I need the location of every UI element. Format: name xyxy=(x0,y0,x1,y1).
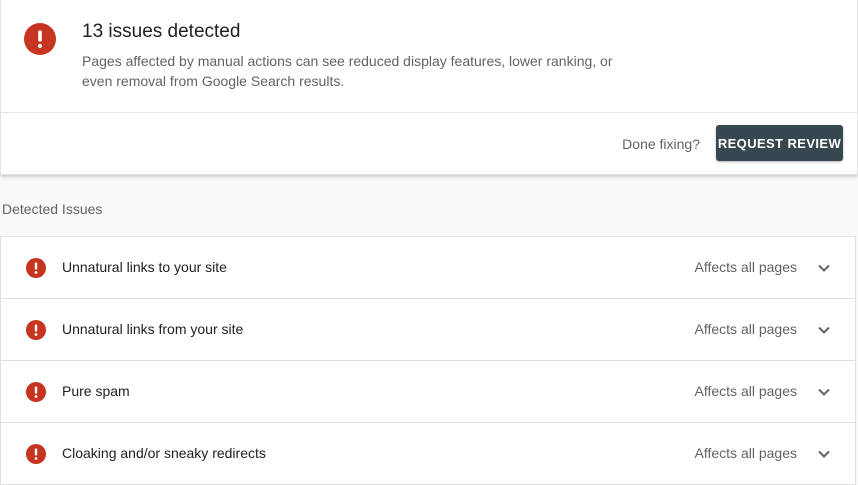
summary-header: 13 issues detected Pages affected by man… xyxy=(1,0,857,113)
summary-description: Pages affected by manual actions can see… xyxy=(82,53,613,89)
request-review-button[interactable]: REQUEST REVIEW xyxy=(716,125,843,161)
issue-title: Pure spam xyxy=(62,383,130,399)
issue-scope: Affects all pages xyxy=(694,445,797,461)
issues-count-title: 13 issues detected xyxy=(82,21,241,42)
manual-actions-summary-card: 13 issues detected Pages affected by man… xyxy=(0,0,858,175)
detected-issues-list: Unnatural links to your site Affects all… xyxy=(0,236,856,485)
error-icon xyxy=(24,23,56,55)
issue-scope: Affects all pages xyxy=(694,383,797,399)
error-icon xyxy=(26,258,46,278)
summary-actions-bar: Done fixing? REQUEST REVIEW xyxy=(1,113,857,174)
detected-issues-heading: Detected Issues xyxy=(2,201,103,217)
issue-row-unnatural-links-from-site[interactable]: Unnatural links from your site Affects a… xyxy=(0,299,856,361)
issue-scope: Affects all pages xyxy=(694,259,797,275)
issue-row-cloaking-sneaky-redirects[interactable]: Cloaking and/or sneaky redirects Affects… xyxy=(0,423,856,485)
issue-title: Unnatural links to your site xyxy=(62,259,227,275)
error-icon xyxy=(26,444,46,464)
issue-title: Unnatural links from your site xyxy=(62,321,244,337)
chevron-down-icon[interactable] xyxy=(817,385,831,399)
done-fixing-label: Done fixing? xyxy=(622,136,700,152)
chevron-down-icon[interactable] xyxy=(817,261,831,275)
issue-scope: Affects all pages xyxy=(694,321,797,337)
issue-row-unnatural-links-to-site[interactable]: Unnatural links to your site Affects all… xyxy=(0,236,856,299)
chevron-down-icon[interactable] xyxy=(817,323,831,337)
error-icon xyxy=(26,320,46,340)
chevron-down-icon[interactable] xyxy=(817,447,831,461)
issue-title: Cloaking and/or sneaky redirects xyxy=(62,445,266,461)
error-icon xyxy=(26,382,46,402)
issue-row-pure-spam[interactable]: Pure spam Affects all pages xyxy=(0,361,856,423)
